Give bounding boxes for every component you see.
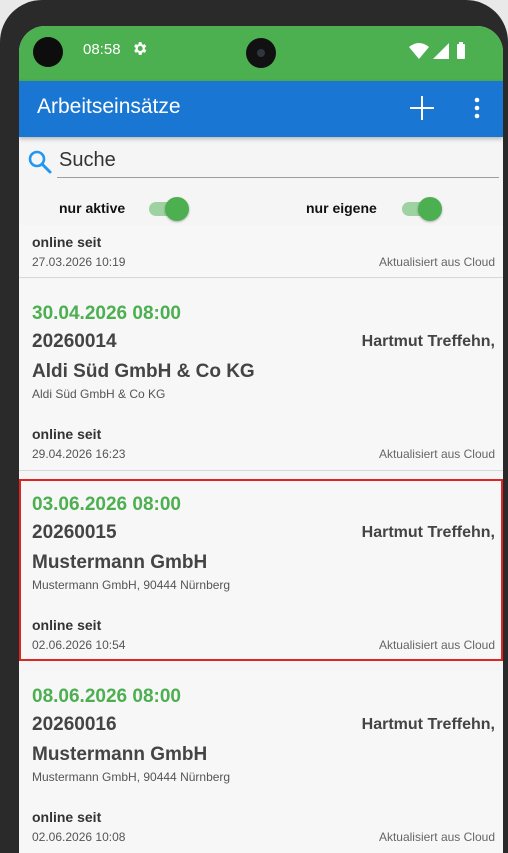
plus-icon xyxy=(410,96,434,120)
company-address: Mustermann GmbH, 90444 Nürnberg xyxy=(32,770,231,784)
list-item[interactable]: online seit 27.03.2026 10:19 Aktualisier… xyxy=(19,225,503,278)
more-vert-icon xyxy=(474,97,480,119)
sync-status: Aktualisiert aus Cloud xyxy=(378,447,495,461)
job-number: 20260014 xyxy=(32,331,117,352)
camera-cutout-left xyxy=(33,37,63,67)
appointment-date: 30.04.2026 08:00 xyxy=(32,303,181,324)
online-timestamp: 29.04.2026 16:23 xyxy=(32,447,126,461)
sync-status: Aktualisiert aus Cloud xyxy=(378,830,495,844)
technician-name: Hartmut Treffehn, xyxy=(361,716,495,733)
online-label: online seit xyxy=(32,234,102,250)
list-item[interactable]: 08.06.2026 08:00 20260016 Hartmut Treffe… xyxy=(19,671,503,853)
online-timestamp: 02.06.2026 10:08 xyxy=(32,830,126,844)
search-bar xyxy=(19,137,503,187)
filter-label-own: nur eigene xyxy=(306,200,377,216)
list-item[interactable]: 30.04.2026 08:00 20260014 Hartmut Treffe… xyxy=(19,279,503,471)
add-button[interactable] xyxy=(405,91,439,125)
company-address: Mustermann GmbH, 90444 Nürnberg xyxy=(32,578,231,592)
appointment-date: 08.06.2026 08:00 xyxy=(32,686,181,707)
company-name: Mustermann GmbH xyxy=(32,744,208,765)
search-icon xyxy=(28,150,52,174)
technician-name: Hartmut Treffehn, xyxy=(361,524,495,541)
filter-row: nur aktive nur eigene xyxy=(19,191,503,225)
list-item-selected[interactable]: 03.06.2026 08:00 20260015 Hartmut Treffe… xyxy=(19,479,503,661)
page-title: Arbeitseinsätze xyxy=(37,95,181,118)
toggle-nur-eigene[interactable] xyxy=(400,197,442,221)
signal-icon xyxy=(433,43,449,59)
sync-status: Aktualisiert aus Cloud xyxy=(378,255,495,269)
online-timestamp: 27.03.2026 10:19 xyxy=(32,255,126,269)
status-bar: 08:58 xyxy=(19,26,503,81)
wifi-icon xyxy=(409,43,429,59)
battery-icon xyxy=(457,44,465,59)
status-icons xyxy=(407,41,477,61)
search-input[interactable] xyxy=(57,143,499,178)
job-number: 20260016 xyxy=(32,714,117,735)
phone-screen: 08:58 Arbeitseinsätze Suche nur aktive n… xyxy=(19,26,503,853)
online-label: online seit xyxy=(32,617,102,633)
technician-name: Hartmut Treffehn, xyxy=(361,333,495,350)
online-label: online seit xyxy=(32,426,102,442)
more-options-button[interactable] xyxy=(467,91,487,125)
company-address: Aldi Süd GmbH & Co KG xyxy=(32,387,166,401)
appointment-date: 03.06.2026 08:00 xyxy=(32,494,181,515)
gear-icon xyxy=(131,40,148,60)
online-timestamp: 02.06.2026 10:54 xyxy=(32,638,126,652)
sync-status: Aktualisiert aus Cloud xyxy=(378,638,495,652)
company-name: Aldi Süd GmbH & Co KG xyxy=(32,361,255,382)
filter-label-active: nur aktive xyxy=(59,200,126,216)
app-bar: Arbeitseinsätze xyxy=(19,81,503,137)
company-name: Mustermann GmbH xyxy=(32,552,208,573)
job-number: 20260015 xyxy=(32,522,117,543)
status-time: 08:58 xyxy=(83,41,121,58)
online-label: online seit xyxy=(32,809,102,825)
toggle-nur-aktive[interactable] xyxy=(147,197,189,221)
front-camera xyxy=(246,38,276,68)
